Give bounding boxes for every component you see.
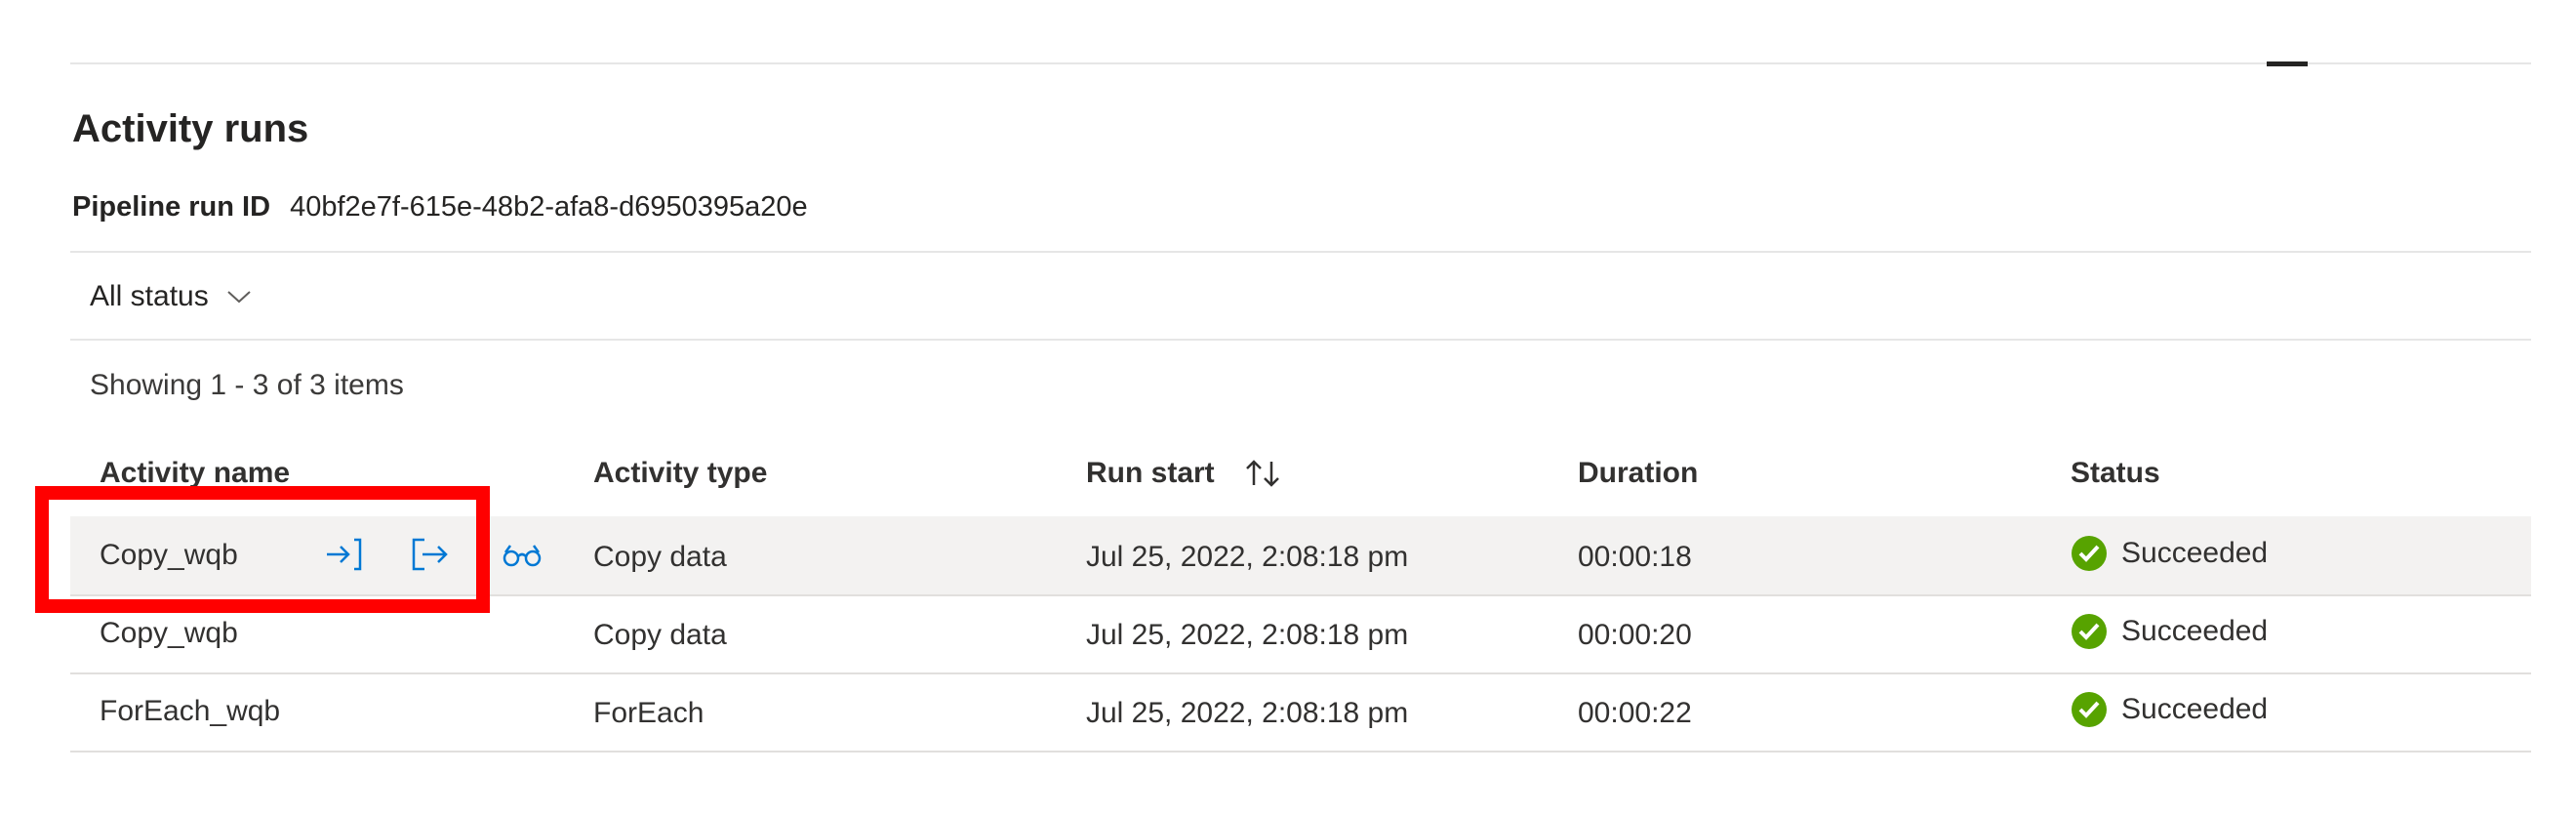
divider [70, 339, 2531, 341]
top-divider [70, 62, 2531, 64]
divider [70, 251, 2531, 253]
activity-name-cell[interactable]: Copy_wqb [100, 617, 238, 650]
pipeline-run-id-label: Pipeline run ID [72, 191, 271, 223]
status-cell: Succeeded [2071, 535, 2268, 572]
tab-indicator [2267, 61, 2308, 66]
activity-name-cell[interactable]: ForEach_wqb [100, 695, 280, 728]
check-circle-icon [2072, 614, 2107, 649]
column-header-activity-type[interactable]: Activity type [593, 457, 767, 490]
activity-runs-panel: Activity runs Pipeline run ID 40bf2e7f-6… [0, 0, 2576, 814]
run-start-cell: Jul 25, 2022, 2:08:18 pm [1086, 619, 1409, 651]
run-start-cell: Jul 25, 2022, 2:08:18 pm [1086, 541, 1409, 573]
status-cell: Succeeded [2071, 613, 2268, 650]
row-divider [70, 751, 2531, 753]
items-count: Showing 1 - 3 of 3 items [90, 369, 404, 401]
column-header-duration[interactable]: Duration [1578, 457, 1698, 490]
check-circle-icon [2072, 692, 2107, 727]
duration-cell: 00:00:20 [1578, 619, 1692, 651]
status-filter-dropdown[interactable]: All status [90, 280, 252, 313]
column-header-activity-name[interactable]: Activity name [100, 457, 290, 490]
column-header-label: Activity name [100, 457, 291, 489]
glasses-icon[interactable] [502, 543, 543, 568]
activity-type-cell: Copy data [593, 619, 727, 651]
column-header-label: Run start [1086, 457, 1215, 489]
status-filter-label: All status [90, 280, 209, 312]
activity-type-cell: Copy data [593, 541, 727, 573]
duration-cell: 00:00:18 [1578, 541, 1692, 573]
sort-arrows-icon[interactable] [1244, 458, 1283, 489]
pipeline-run-id-value: 40bf2e7f-615e-48b2-afa8-d6950395a20e [290, 191, 808, 223]
activity-type-cell: ForEach [593, 697, 704, 729]
status-text: Succeeded [2121, 537, 2269, 569]
column-header-label: Duration [1578, 457, 1699, 489]
column-header-run-start[interactable]: Run start [1086, 457, 1283, 490]
column-header-label: Activity type [593, 457, 768, 489]
status-text: Succeeded [2121, 615, 2269, 647]
check-circle-icon [2072, 536, 2107, 571]
chevron-down-icon [227, 291, 251, 304]
status-cell: Succeeded [2071, 691, 2268, 728]
run-start-cell: Jul 25, 2022, 2:08:18 pm [1086, 697, 1409, 729]
column-header-label: Status [2071, 457, 2160, 489]
status-text: Succeeded [2121, 693, 2269, 725]
duration-cell: 00:00:22 [1578, 697, 1692, 729]
column-header-status[interactable]: Status [2071, 457, 2160, 490]
pipeline-run-id: Pipeline run ID 40bf2e7f-615e-48b2-afa8-… [72, 191, 808, 224]
annotation-highlight-box [35, 486, 490, 613]
page-title: Activity runs [72, 107, 309, 150]
